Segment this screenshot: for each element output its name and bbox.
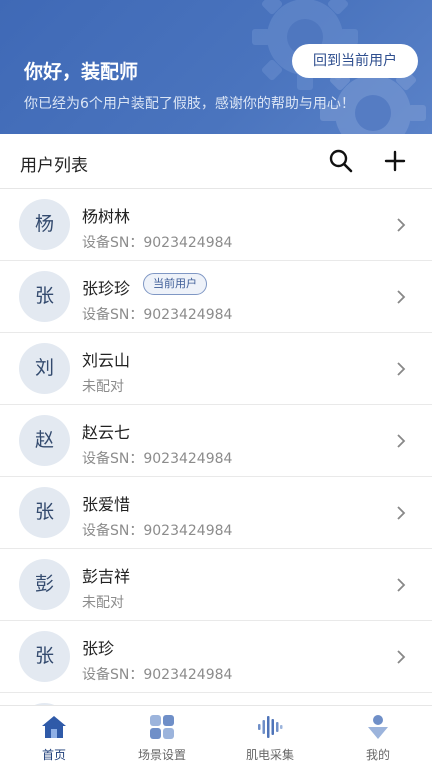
avatar: 张 [19, 271, 70, 322]
avatar: 杨 [19, 199, 70, 250]
tab-home[interactable]: 首页 [0, 706, 108, 769]
tab-label: 我的 [365, 748, 390, 762]
avatar: 刘 [19, 343, 70, 394]
tab-label: 首页 [41, 748, 66, 762]
user-name: 张爱惜 [82, 495, 131, 514]
plus-icon[interactable] [382, 148, 408, 174]
grid-icon [150, 715, 174, 739]
user-row[interactable]: 杨 杨树林 设备SN：9023424984 [0, 189, 432, 261]
user-row[interactable]: 赵 赵云七 设备SN：9023424984 [0, 405, 432, 477]
tab-label: 场景设置 [137, 748, 186, 762]
device-status: 设备SN：9023424984 [82, 235, 233, 251]
back-to-current-user-button[interactable]: 回到当前用户 [292, 44, 418, 78]
greeting-title: 你好，装配师 [24, 61, 139, 83]
chevron-right-icon [397, 362, 406, 376]
user-row[interactable] [0, 693, 432, 705]
chevron-right-icon [397, 218, 406, 232]
user-name: 杨树林 [82, 207, 131, 226]
avatar: 赵 [19, 415, 70, 466]
user-name: 赵云七 [82, 423, 131, 442]
user-row[interactable]: 张 张珍珍 当前用户 设备SN：9023424984 [0, 261, 432, 333]
home-icon [42, 716, 66, 738]
header-banner: 你好，装配师 你已经为6个用户装配了假肢，感谢你的帮助与用心！ 回到当前用户 [0, 0, 432, 134]
chevron-right-icon [397, 650, 406, 664]
waveform-icon [258, 716, 283, 738]
search-icon[interactable] [328, 148, 354, 174]
tab-label: 肌电采集 [245, 748, 294, 762]
tab-emg-capture[interactable]: 肌电采集 [216, 706, 324, 769]
device-status: 设备SN：9023424984 [82, 667, 233, 683]
avatar: 彭 [19, 559, 70, 610]
list-header: 用户列表 [0, 134, 432, 189]
user-name: 刘云山 [82, 351, 131, 370]
current-user-badge: 当前用户 [143, 273, 207, 295]
chevron-right-icon [397, 578, 406, 592]
device-status: 设备SN：9023424984 [82, 451, 233, 467]
user-name: 彭吉祥 [82, 567, 131, 586]
list-title: 用户列表 [20, 156, 88, 176]
avatar: 张 [19, 631, 70, 682]
tab-scene-settings[interactable]: 场景设置 [108, 706, 216, 769]
user-name: 张珍 [82, 639, 115, 658]
user-name: 张珍珍 [82, 279, 131, 298]
tab-mine[interactable]: 我的 [324, 706, 432, 769]
device-status: 设备SN：9023424984 [82, 523, 233, 539]
chevron-right-icon [397, 434, 406, 448]
chevron-right-icon [397, 290, 406, 304]
greeting-subtitle: 你已经为6个用户装配了假肢，感谢你的帮助与用心！ [24, 96, 355, 112]
chevron-right-icon [397, 506, 406, 520]
user-row[interactable]: 彭 彭吉祥 未配对 [0, 549, 432, 621]
device-status: 未配对 [82, 595, 124, 611]
user-row[interactable]: 刘 刘云山 未配对 [0, 333, 432, 405]
device-status: 未配对 [82, 379, 124, 395]
bottom-tab-bar: 首页 场景设置 肌电采集 我的 [0, 705, 432, 769]
avatar: 张 [19, 487, 70, 538]
user-list: 杨 杨树林 设备SN：9023424984 张 张珍珍 当前用户 设备SN：90… [0, 189, 432, 705]
user-row[interactable]: 张 张爱惜 设备SN：9023424984 [0, 477, 432, 549]
user-row[interactable]: 张 张珍 设备SN：9023424984 [0, 621, 432, 693]
device-status: 设备SN：9023424984 [82, 307, 233, 323]
person-icon [368, 715, 388, 739]
